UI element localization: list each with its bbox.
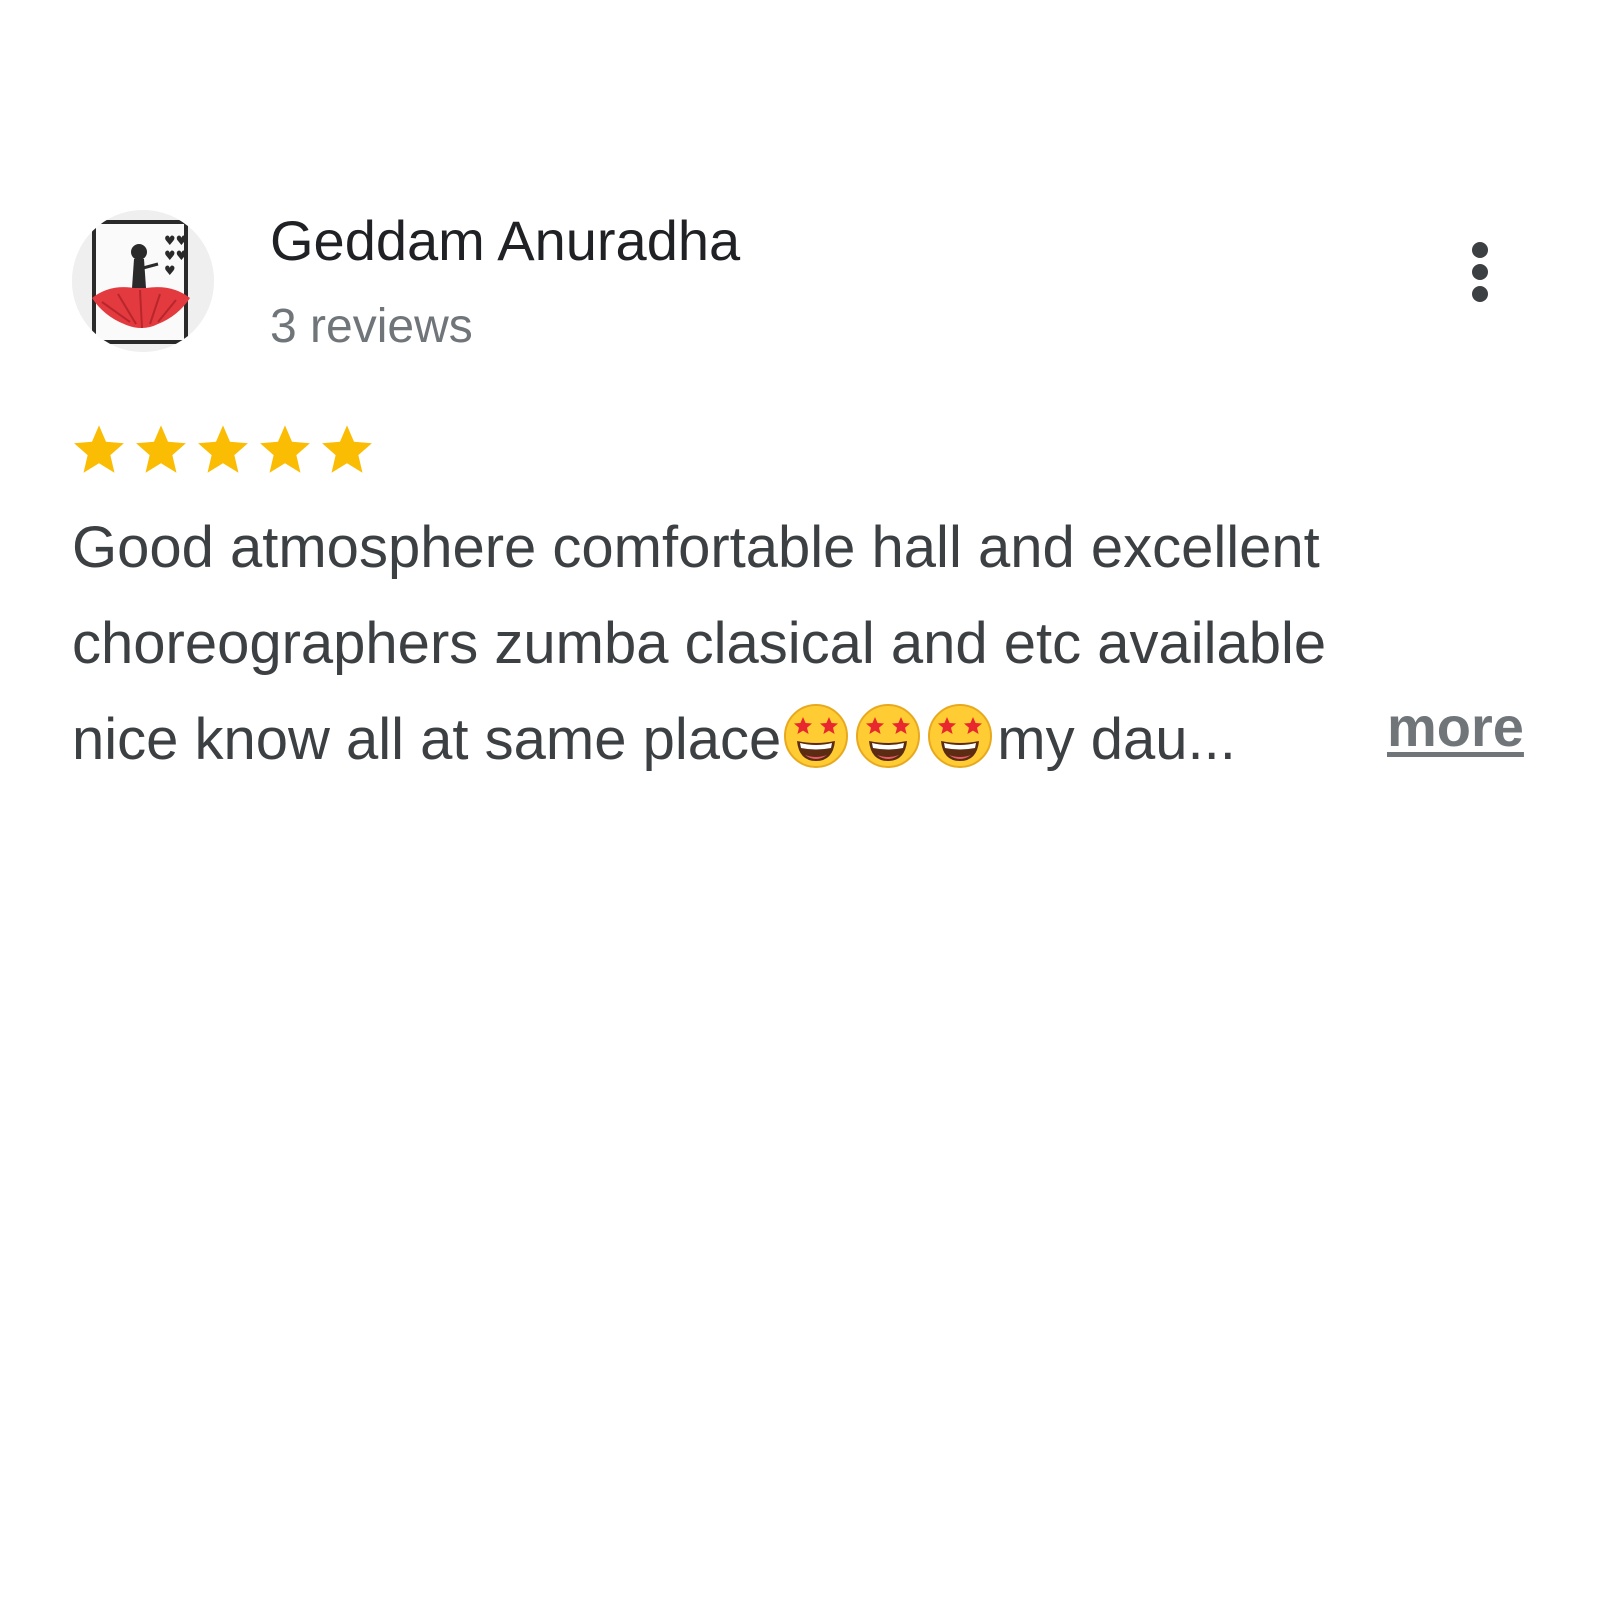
svg-text:♥♥: ♥♥	[164, 234, 187, 249]
review-text-line: choreographers zumba clasical and etc av…	[72, 611, 1327, 676]
svg-text:♥: ♥	[164, 264, 176, 279]
review-count[interactable]: 3 reviews	[270, 297, 473, 357]
star-icon	[194, 421, 252, 479]
review-text-line: Good atmosphere comfortable hall and exc…	[72, 515, 1320, 580]
star-struck-emoji-icon	[927, 703, 993, 769]
more-options-button[interactable]	[1452, 240, 1508, 320]
review-text-line: nice know all at same place my dau...	[72, 692, 1552, 788]
star-struck-emoji-icon	[855, 703, 921, 769]
more-link[interactable]: more	[1387, 692, 1524, 762]
review-text-truncated-segment: my dau...	[997, 707, 1236, 772]
reviewer-name[interactable]: Geddam Anuradha	[270, 206, 740, 276]
review-text: Good atmosphere comfortable hall and exc…	[72, 500, 1552, 788]
star-icon	[70, 421, 128, 479]
review-text-segment: nice know all at same place	[72, 707, 782, 772]
svg-text:♥♥: ♥♥	[164, 249, 187, 264]
more-vert-icon	[1472, 242, 1488, 302]
star-icon	[318, 421, 376, 479]
star-struck-emoji-icon	[783, 703, 849, 769]
star-icon	[132, 421, 190, 479]
star-icon	[256, 421, 314, 479]
star-rating	[70, 421, 376, 479]
avatar[interactable]: ♥♥ ♥♥ ♥	[72, 210, 214, 352]
